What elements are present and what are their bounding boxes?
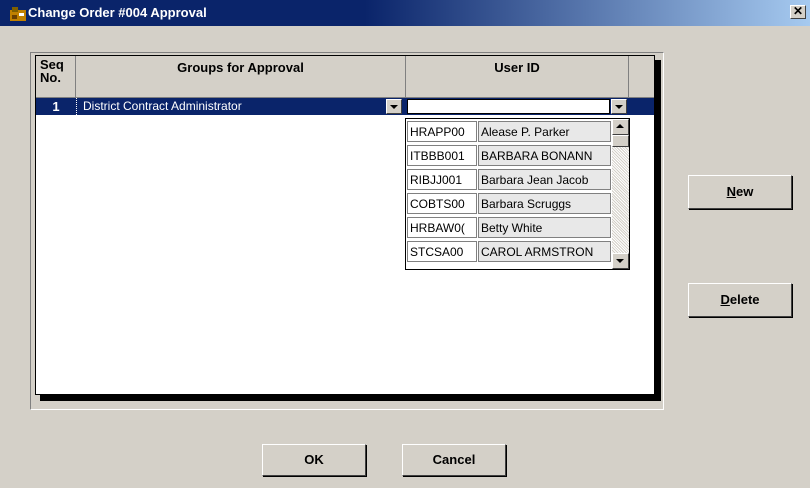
- delete-button-mnemonic: D: [720, 292, 730, 307]
- close-icon[interactable]: ✕: [790, 5, 806, 19]
- window-title: Change Order #004 Approval: [28, 5, 207, 20]
- list-item[interactable]: STCSA00 CAROL ARMSTRON: [406, 239, 612, 263]
- row-seq-cell: 1: [52, 99, 60, 114]
- list-item-id: COBTS00: [407, 193, 477, 214]
- list-item-name: CAROL ARMSTRON: [478, 241, 611, 262]
- app-icon: [10, 7, 26, 21]
- column-header-blank: [629, 56, 654, 98]
- new-button-mnemonic: N: [726, 184, 737, 199]
- list-item[interactable]: HRBAW0( Betty White: [406, 215, 612, 239]
- grid-shadow: [655, 60, 661, 400]
- new-button[interactable]: New: [688, 175, 792, 209]
- title-bar: Change Order #004 Approval ✕: [0, 0, 810, 26]
- group-select[interactable]: District Contract Administrator: [76, 98, 386, 115]
- list-item-id: HRAPP00: [407, 121, 477, 142]
- cancel-button[interactable]: Cancel: [402, 444, 506, 476]
- chevron-down-icon[interactable]: [386, 99, 402, 114]
- ok-button[interactable]: OK: [262, 444, 366, 476]
- list-item-id: HRBAW0(: [407, 217, 477, 238]
- list-item[interactable]: HRAPP00 Alease P. Parker: [406, 119, 612, 143]
- delete-button[interactable]: Delete: [688, 283, 792, 317]
- column-header-groups[interactable]: Groups for Approval: [76, 56, 406, 98]
- list-item-name: Barbara Jean Jacob: [478, 169, 611, 190]
- list-item-id: RIBJJ001: [407, 169, 477, 190]
- column-header-seq[interactable]: Seq No.: [36, 56, 76, 98]
- user-id-select[interactable]: [407, 99, 610, 114]
- chevron-down-icon[interactable]: [611, 99, 627, 114]
- list-item-name: Barbara Scruggs: [478, 193, 611, 214]
- list-item[interactable]: RIBJJ001 Barbara Jean Jacob: [406, 167, 612, 191]
- list-item-name: Alease P. Parker: [478, 121, 611, 142]
- list-item[interactable]: ITBBB001 BARBARA BONANN: [406, 143, 612, 167]
- grid-shadow: [40, 395, 661, 401]
- scrollbar-thumb[interactable]: [612, 135, 629, 147]
- table-row[interactable]: 1 District Contract Administrator: [36, 98, 654, 115]
- user-id-dropdown-list[interactable]: HRAPP00 Alease P. Parker ITBBB001 BARBAR…: [405, 118, 630, 270]
- scroll-down-icon[interactable]: [612, 253, 629, 269]
- scroll-up-icon[interactable]: [612, 119, 629, 135]
- list-item-name: Betty White: [478, 217, 611, 238]
- column-header-seq-line: No.: [40, 70, 61, 85]
- list-item[interactable]: COBTS00 Barbara Scruggs: [406, 191, 612, 215]
- list-item-name: BARBARA BONANN: [478, 145, 611, 166]
- delete-button-label: elete: [729, 292, 760, 307]
- list-item-id: STCSA00: [407, 241, 477, 262]
- new-button-label: ew: [736, 184, 754, 199]
- scrollbar[interactable]: [612, 119, 629, 269]
- column-header-user-id[interactable]: User ID: [406, 56, 629, 98]
- list-item-id: ITBBB001: [407, 145, 477, 166]
